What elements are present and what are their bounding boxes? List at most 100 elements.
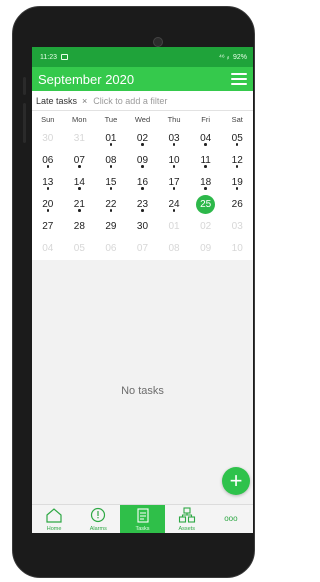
calendar-day[interactable]: 08 [95,150,127,172]
calendar-day[interactable]: 30 [32,128,64,150]
task-list: No tasks [32,276,253,504]
calendar-day[interactable]: 09 [190,238,222,260]
calendar-day[interactable]: 31 [64,128,96,150]
camera-icon [153,37,163,47]
calendar-day[interactable]: 03 [158,128,190,150]
calendar-day[interactable]: 21 [64,194,96,216]
day-number: 26 [231,199,243,210]
app-screen: 11:23 ⁴⁶ ᵢₗ 92% September 2020 Late task… [32,47,253,533]
task-indicator-dot [172,165,176,168]
calendar-day[interactable]: 29 [95,216,127,238]
calendar-day[interactable]: 26 [221,194,253,216]
day-number: 10 [231,243,243,254]
weekday-label: Wed [134,115,151,124]
calendar-day[interactable]: 04 [32,238,64,260]
calendar-day[interactable]: 06 [95,238,127,260]
weekday-label: Fri [201,115,210,124]
task-indicator-dot [78,209,81,212]
calendar-day[interactable]: 02 [127,128,159,150]
nav-item-alarms[interactable]: Alarms [76,505,120,533]
gallery-notification-icon [61,54,68,60]
add-filter-input[interactable]: Click to add a filter [93,96,167,106]
calendar-day[interactable]: 13 [32,172,64,194]
calendar-week: 06 07 08 09 10 11 12 [32,150,253,172]
calendar-day[interactable]: 10 [158,150,190,172]
day-number: 27 [42,221,54,232]
calendar-day[interactable]: 09 [127,150,159,172]
filter-chip-late-tasks[interactable]: Late tasks × [36,96,93,106]
task-indicator-dot [109,143,113,146]
calendar-day[interactable]: 12 [221,150,253,172]
calendar-day[interactable]: 05 [221,128,253,150]
calendar-day[interactable]: 01 [95,128,127,150]
nav-item-assets[interactable]: Assets [165,505,209,533]
task-indicator-dot [141,209,144,212]
calendar-day[interactable]: 28 [64,216,96,238]
calendar-day[interactable]: 14 [64,172,96,194]
calendar-day[interactable]: 23 [127,194,159,216]
signal-indicator: ⁴⁶ ᵢₗ [218,54,229,61]
calendar-day[interactable]: 08 [158,238,190,260]
task-indicator-dot [172,187,176,190]
calendar-day[interactable]: 10 [221,238,253,260]
tasks-icon [120,507,164,523]
task-indicator-dot [46,187,50,190]
calendar-week: 20 21 22 23 24 25 26 [32,194,253,216]
calendar-day[interactable]: 27 [32,216,64,238]
calendar-day[interactable]: 30 [127,216,159,238]
status-bar: 11:23 ⁴⁶ ᵢₗ 92% [32,47,253,67]
app-header: September 2020 [32,67,253,91]
nav-item-more[interactable]: ooo [209,505,253,533]
calendar-day[interactable]: 06 [32,150,64,172]
calendar-day[interactable]: 15 [95,172,127,194]
nav-label: Assets [178,526,195,532]
day-number: 06 [105,243,117,254]
task-indicator-dot [46,165,50,168]
close-icon[interactable]: × [82,96,87,106]
day-number: 07 [136,243,149,254]
calendar-day[interactable]: 18 [190,172,222,194]
day-number: 08 [168,243,180,254]
menu-icon[interactable] [231,73,247,85]
task-indicator-dot [141,187,144,190]
calendar-day[interactable]: 17 [158,172,190,194]
task-indicator-dot [78,187,81,190]
calendar-day[interactable]: 07 [64,150,96,172]
calendar-day[interactable]: 19 [221,172,253,194]
calendar-day-selected[interactable]: 25 [190,194,222,216]
nav-label: Alarms [89,526,107,532]
calendar-day[interactable]: 03 [221,216,253,238]
calendar-week: 27 28 29 30 01 02 03 [32,216,253,238]
task-indicator-dot [109,187,113,190]
calendar-week: 13 14 15 16 17 18 19 [32,172,253,194]
weekday-label: Sun [41,115,55,124]
add-task-button[interactable]: + [222,467,250,495]
calendar-day[interactable]: 24 [158,194,190,216]
calendar-day[interactable]: 22 [95,194,127,216]
weekday-label: Thu [167,115,181,124]
calendar-day[interactable]: 16 [127,172,159,194]
battery-level: 92% [232,53,247,61]
home-icon [32,507,76,523]
nav-item-home[interactable]: Home [32,505,76,533]
weekday-label: Sat [231,115,243,124]
calendar-day[interactable]: 02 [190,216,222,238]
page-title: September 2020 [38,71,135,87]
nav-item-tasks[interactable]: Tasks [120,505,165,533]
alarm-icon [76,507,120,523]
calendar-day[interactable]: 20 [32,194,64,216]
task-indicator-dot [204,143,207,146]
status-time: 11:23 [40,53,57,61]
calendar-day[interactable]: 01 [158,216,190,238]
day-number: 01 [168,221,180,232]
task-indicator-dot [172,143,176,146]
calendar-day[interactable]: 05 [64,238,96,260]
calendar-day[interactable]: 07 [127,238,159,260]
task-indicator-dot [46,209,50,212]
task-indicator-dot [109,165,113,168]
calendar-day[interactable]: 04 [190,128,222,150]
filter-chip-label: Late tasks [36,95,78,106]
day-number: 05 [73,243,85,254]
task-indicator-dot [204,165,207,168]
calendar-day[interactable]: 11 [190,150,222,172]
